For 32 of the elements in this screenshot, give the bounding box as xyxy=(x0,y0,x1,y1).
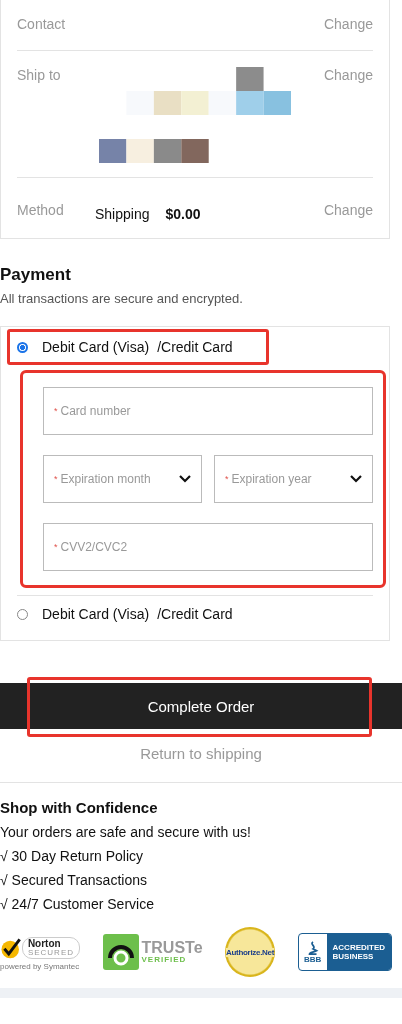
row-label: Method xyxy=(17,202,65,218)
intro-text: Your orders are safe and secure with us! xyxy=(0,824,252,840)
select-field[interactable]: * Expiration month xyxy=(43,455,202,503)
bbb-badge: BBB ACCREDITED BUSINESS xyxy=(297,933,392,971)
shipping-price: $0.00 xyxy=(165,206,201,222)
norton-badge: Norton SECURED powered by Symantec xyxy=(0,933,80,971)
shipping-method: Shipping xyxy=(95,206,150,222)
section-subtitle: All transactions are secure and encrypted. xyxy=(0,291,244,306)
change-link[interactable]: Change xyxy=(323,16,373,32)
option-label[interactable]: /Credit Card xyxy=(157,606,233,622)
complete-order-button[interactable]: Complete Order xyxy=(0,683,402,729)
section-title: Payment xyxy=(0,265,72,285)
benefit-item: √ Secured Transactions xyxy=(0,872,148,888)
input-field[interactable]: * CVV2/CVC2 xyxy=(43,523,373,571)
truste-badge: TRUSTe VERIFIED xyxy=(102,934,203,970)
authorize-badge: Authorize.Net xyxy=(225,927,276,977)
change-link[interactable]: Change xyxy=(323,67,373,83)
option-label[interactable]: Debit Card (Visa) xyxy=(42,606,150,622)
return-link[interactable]: Return to shipping xyxy=(0,745,402,762)
section-title: Shop with Confidence xyxy=(0,799,159,816)
radio-button[interactable] xyxy=(17,341,28,353)
select-field[interactable]: * Expiration year xyxy=(214,455,373,503)
benefit-item: √ 24/7 Customer Service xyxy=(0,896,155,912)
chevron-icon xyxy=(179,475,191,483)
input-field[interactable]: * Card number xyxy=(43,387,373,435)
chevron-icon xyxy=(350,475,362,483)
option-label[interactable]: /Credit Card xyxy=(157,339,233,355)
benefit-item: √ 30 Day Return Policy xyxy=(0,848,145,864)
row-label: Contact xyxy=(17,16,67,32)
change-link[interactable]: Change xyxy=(323,202,373,218)
row-label: Ship to xyxy=(17,67,62,83)
option-label[interactable]: Debit Card (Visa) xyxy=(42,339,150,355)
